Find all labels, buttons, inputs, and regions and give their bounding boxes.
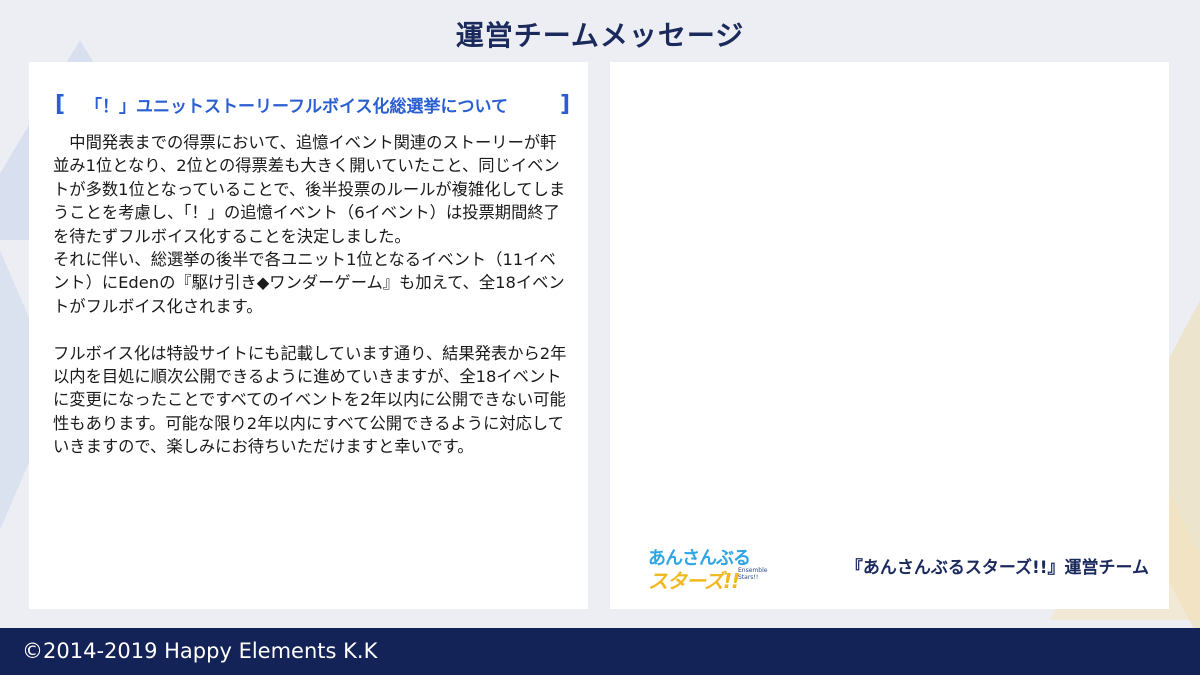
notice-paragraph: 中間発表までの得票において、追憶イベント関連のストーリーが軒並み1位となり、2位…: [53, 133, 566, 246]
signature-panel: あんさんぶる スターズ!! Ensemble Stars!! 『あんさんぶるスタ…: [610, 62, 1169, 609]
notice-body: 中間発表までの得票において、追憶イベント関連のストーリーが軒並み1位となり、2位…: [53, 131, 568, 459]
logo-subtitle: Ensemble Stars!!: [738, 567, 768, 581]
notice-paragraph: それに伴い、総選挙の後半で各ユニット1位となるイベント（11イベント）にEden…: [53, 250, 565, 316]
logo-line-2: スターズ!!: [648, 569, 740, 593]
heading-bracket-open: [: [55, 92, 66, 117]
page-title: 運営チームメッセージ: [455, 19, 745, 52]
notice-paragraph: フルボイス化は特設サイトにも記載しています通り、結果発表から2年以内を目処に順次…: [53, 343, 567, 457]
heading-bracket-close: ]: [559, 92, 570, 117]
heading-text: 「！」ユニットストーリーフルボイス化総選挙について: [85, 97, 508, 117]
copyright-text: ©2014-2019 Happy Elements K.K: [22, 639, 378, 663]
notice-heading: [ 「！」ユニットストーリーフルボイス化総選挙について ]: [55, 92, 570, 119]
message-panel: [ 「！」ユニットストーリーフルボイス化総選挙について ] 中間発表までの得票に…: [29, 62, 588, 609]
signature-text: 『あんさんぶるスターズ!!』運営チーム: [845, 558, 1149, 578]
footer-bar: ©2014-2019 Happy Elements K.K: [0, 628, 1200, 675]
ensemble-stars-logo: あんさんぶる スターズ!! Ensemble Stars!!: [648, 544, 767, 594]
